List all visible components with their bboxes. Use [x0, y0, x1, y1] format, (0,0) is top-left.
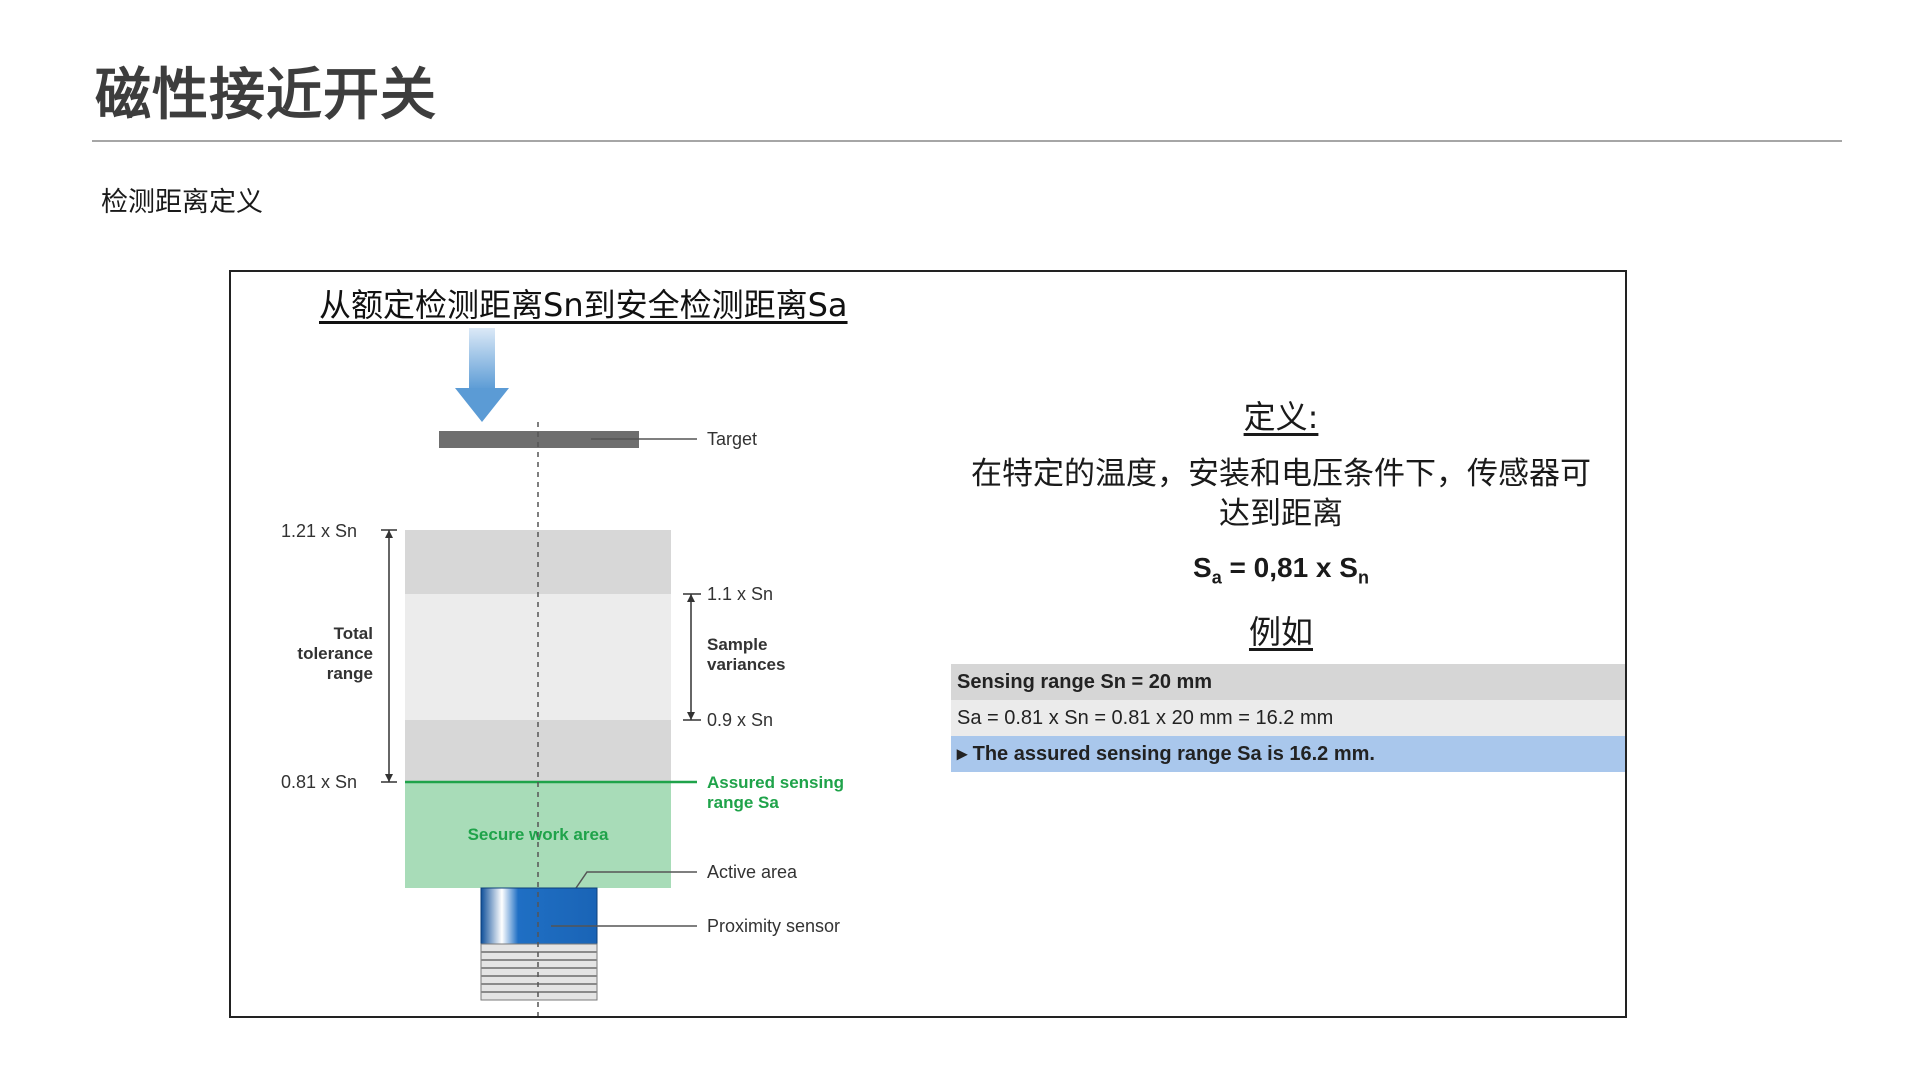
- assured-sensing-label-2: range Sa: [707, 793, 779, 812]
- definition-line-1: 在特定的温度，安装和电压条件下，传感器可: [971, 456, 1591, 492]
- example-row-sensing-range: Sensing range Sn = 20 mm: [951, 664, 1625, 700]
- label-11-sn: 1.1 x Sn: [707, 584, 773, 604]
- example-row-result: ▸ The assured sensing range Sa is 16.2 m…: [951, 736, 1625, 772]
- definition-heading: 定义:: [1243, 398, 1319, 436]
- down-arrow-icon: [455, 328, 509, 422]
- assured-sensing-label-1: Assured sensing: [707, 773, 844, 792]
- formula-mid: = 0,81 x S: [1221, 552, 1358, 583]
- label-09-sn: 0.9 x Sn: [707, 710, 773, 730]
- formula-sub-n: n: [1357, 567, 1369, 588]
- page-subtitle: 检测距离定义: [101, 187, 263, 218]
- formula: Sa = 0,81 x Sn: [951, 552, 1611, 589]
- page-title: 磁性接近开关: [95, 63, 437, 128]
- sensing-range-diagram: Target 1.21 x Sn 0.81 x Sn Total toleran…: [281, 328, 844, 1016]
- formula-s1: S: [1193, 552, 1212, 583]
- figure-frame: 从额定检测距离Sn到安全检测距离Sa Target 1.21 x Sn 0.81…: [229, 270, 1627, 1018]
- sample-variances-label-2: variances: [707, 655, 785, 674]
- total-tolerance-label-3: range: [327, 664, 373, 683]
- label-121-sn: 1.21 x Sn: [281, 521, 357, 541]
- definition-line-2: 达到距离: [1219, 496, 1343, 532]
- active-area-label: Active area: [707, 862, 798, 882]
- definition-body: 在特定的温度，安装和电压条件下，传感器可 达到距离: [951, 454, 1611, 534]
- proximity-sensor-label: Proximity sensor: [707, 916, 840, 936]
- example-heading: 例如: [1248, 612, 1313, 651]
- total-tolerance-label-1: Total: [334, 624, 373, 643]
- example-table: Sensing range Sn = 20 mm Sa = 0.81 x Sn …: [951, 664, 1625, 772]
- title-divider: [92, 140, 1842, 142]
- formula-sub-a: a: [1211, 567, 1222, 588]
- sample-variances-label-1: Sample: [707, 635, 767, 654]
- target-label: Target: [707, 429, 757, 449]
- example-row-calculation: Sa = 0.81 x Sn = 0.81 x 20 mm = 16.2 mm: [951, 700, 1625, 736]
- definition-panel: 定义: 在特定的温度，安装和电压条件下，传感器可 达到距离 Sa = 0,81 …: [951, 392, 1611, 653]
- proximity-sensor: [480, 887, 598, 1001]
- total-tolerance-label-2: tolerance: [297, 644, 373, 663]
- label-081-sn: 0.81 x Sn: [281, 772, 357, 792]
